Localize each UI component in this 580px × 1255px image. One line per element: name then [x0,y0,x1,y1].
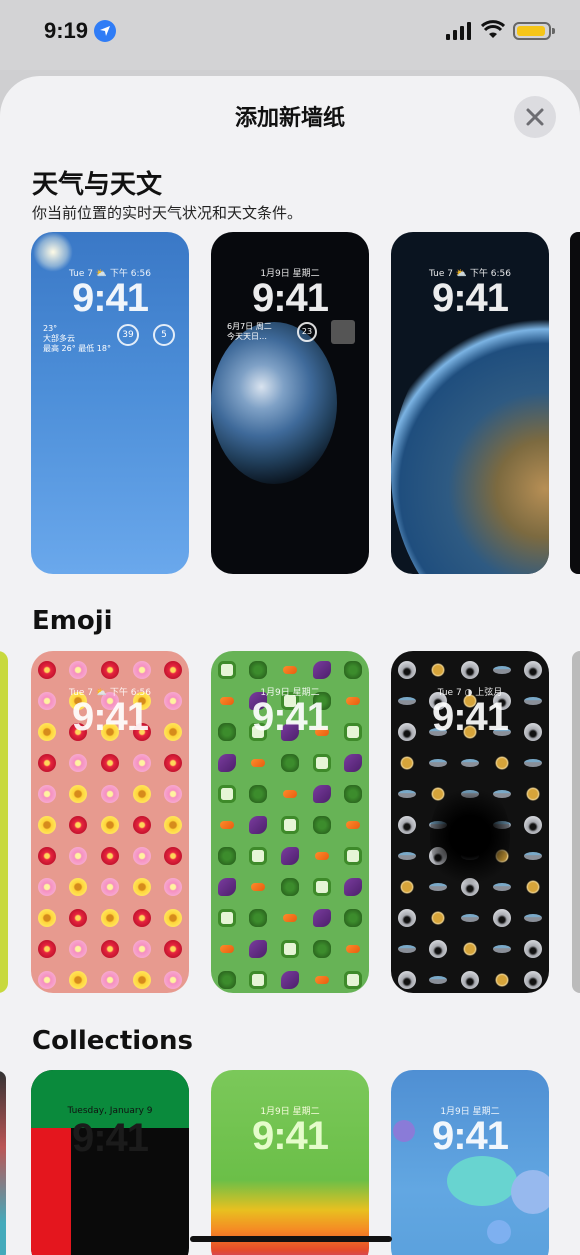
uv-ring-widget: 5 [153,324,175,346]
status-time: 9:19 [44,18,89,43]
aqi-ring-widget: 39 [117,324,139,346]
sheet-title: 添加新墙纸 [234,106,345,131]
cellular-signal-icon [446,22,471,40]
card-clock: 9:41 [431,695,509,739]
add-wallpaper-sheet: 添加新墙纸 天气与天文 你当前位置的实时天气状况和天文条件。 Tue 7 ⛅ 下… [0,76,580,1255]
card-clock: 9:41 [431,1114,509,1158]
calendar-widget: 6月7日 周二 今天天日… [227,322,272,342]
status-bar: 9:19 [0,0,580,70]
widget-line-2: 今天天日… [227,332,267,341]
widget-square [331,320,355,344]
wallpaper-card-weather-1[interactable]: Tue 7 ⛅ 下午 6:56 9:41 23° 大部多云 最高 26° 最低 … [31,232,189,574]
card-clock: 9:41 [251,1114,329,1158]
weather-widget: 23° 大部多云 最高 26° 最低 18° [43,324,111,354]
wifi-icon [481,20,505,38]
wallpaper-card-emoji-flowers[interactable]: Tue 7 ⛅ 下午 6:56 9:41 [31,651,189,993]
wallpaper-card-peek[interactable] [0,651,8,993]
bubble-decoration [511,1170,549,1214]
card-clock: 9:41 [431,276,509,320]
wallpaper-card-peek[interactable] [0,1071,6,1255]
wallpaper-card-weather-2[interactable]: 1月9日 星期二 9:41 6月7日 周二 今天天日… 23 [211,232,369,574]
battery-icon [513,22,555,40]
wallpaper-card-peek[interactable] [570,232,580,574]
home-indicator[interactable] [190,1236,392,1242]
location-arrow-icon [94,20,116,42]
swirl-center [430,781,510,891]
weather-range: 最高 26° 最低 18° [43,344,111,353]
card-date: Tuesday, January 9 [67,1106,153,1116]
earth-image [211,322,337,484]
section-subtitle-weather: 你当前位置的实时天气状况和天文条件。 [32,204,303,222]
section-title-weather: 天气与天文 [32,170,163,200]
card-clock: 9:41 [71,276,149,320]
card-clock: 9:41 [71,1116,149,1160]
earth-horizon-image [391,302,549,574]
section-title-emoji: Emoji [32,606,113,636]
weather-condition: 大部多云 [43,334,75,343]
bubble-decoration [487,1220,511,1244]
wallpaper-card-collection-2[interactable]: 1月9日 星期二 9:41 [211,1070,369,1255]
bubble-decoration [447,1156,517,1206]
close-icon [526,108,544,126]
wallpaper-card-weather-3[interactable]: Tue 7 ⛅ 下午 6:56 9:41 [391,232,549,574]
wallpaper-card-collection-3[interactable]: 1月9日 星期二 9:41 [391,1070,549,1255]
close-button[interactable] [514,96,556,138]
weather-temp: 23° [43,324,58,333]
ring-widget: 23 [297,322,317,342]
card-clock: 9:41 [251,695,329,739]
card-clock: 9:41 [251,276,329,320]
wallpaper-card-emoji-vegetables[interactable]: 1月9日 星期二 9:41 [211,651,369,993]
wallpaper-card-emoji-space[interactable]: Tue 7 ◑ 上弦月 9:41 [391,651,549,993]
section-title-collections: Collections [32,1026,194,1056]
card-clock: 9:41 [71,695,149,739]
widget-line-1: 6月7日 周二 [227,322,272,331]
wallpaper-card-peek[interactable] [572,651,580,993]
wallpaper-card-collection-1[interactable]: Tuesday, January 9 9:41 [31,1070,189,1255]
